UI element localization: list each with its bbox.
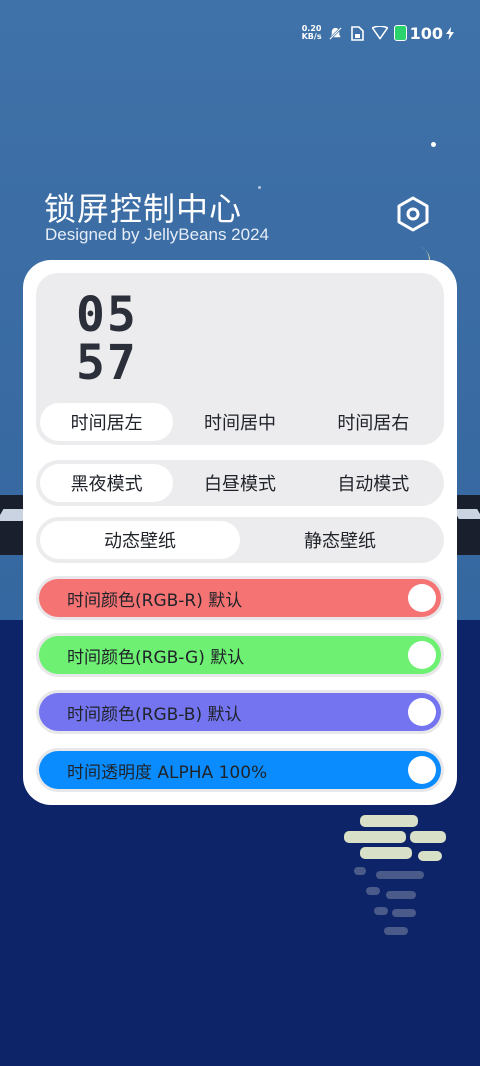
clock-preview: 05 57 时间居左 时间居中 时间居右 [36, 273, 444, 445]
blue-slider-knob[interactable] [408, 698, 436, 726]
red-slider-knob[interactable] [408, 584, 436, 612]
green-slider-knob[interactable] [408, 641, 436, 669]
blue-slider-label: 时间颜色(RGB-B) 默认 [67, 704, 242, 725]
auto-mode-option[interactable]: 自动模式 [307, 464, 440, 502]
green-slider-label: 时间颜色(RGB-G) 默认 [67, 647, 245, 668]
charging-icon [446, 25, 454, 41]
page-title: 锁屏控制中心 [44, 190, 243, 228]
battery-icon [393, 25, 407, 41]
static-wallpaper-option[interactable]: 静态壁纸 [240, 521, 440, 559]
mute-icon [328, 25, 344, 41]
align-center-option[interactable]: 时间居中 [173, 403, 306, 441]
alpha-slider-label: 时间透明度 ALPHA 100% [67, 762, 268, 783]
align-right-option[interactable]: 时间居右 [307, 403, 440, 441]
green-slider-fill: 时间颜色(RGB-G) 默认 [39, 636, 441, 674]
star-dot [258, 186, 261, 189]
hexagon-settings-icon [397, 196, 429, 232]
blue-slider-fill: 时间颜色(RGB-B) 默认 [39, 693, 441, 731]
alignment-selector: 时间居左 时间居中 时间居右 [40, 403, 440, 441]
blue-color-slider[interactable]: 时间颜色(RGB-B) 默认 [36, 690, 444, 734]
alpha-slider-knob[interactable] [408, 756, 436, 784]
star-dot [431, 142, 436, 147]
battery-level: 100 [409, 23, 443, 43]
alpha-slider-fill: 时间透明度 ALPHA 100% [39, 751, 441, 789]
wallpaper-selector: 动态壁纸 静态壁纸 [36, 517, 444, 563]
alpha-slider[interactable]: 时间透明度 ALPHA 100% [36, 748, 444, 792]
dynamic-wallpaper-option[interactable]: 动态壁纸 [40, 521, 240, 559]
battery: 100 [393, 23, 454, 43]
clock-minutes: 57 [76, 335, 138, 391]
red-slider-fill: 时间颜色(RGB-R) 默认 [39, 579, 441, 617]
status-bar: 0.20 KB/s 100 [302, 20, 454, 46]
cloud-illustration [340, 815, 450, 945]
settings-button[interactable] [393, 194, 433, 234]
clock-digits: 05 57 [76, 291, 138, 387]
theme-mode-selector: 黑夜模式 白昼模式 自动模式 [36, 460, 444, 506]
red-slider-label: 时间颜色(RGB-R) 默认 [67, 590, 243, 611]
net-speed: 0.20 KB/s [302, 25, 322, 41]
wifi-icon [371, 25, 388, 41]
night-mode-option[interactable]: 黑夜模式 [40, 464, 174, 502]
align-left-option[interactable]: 时间居左 [40, 403, 174, 441]
page-subtitle: Designed by JellyBeans 2024 [45, 225, 269, 244]
sim-icon [350, 25, 366, 41]
control-card: 05 57 时间居左 时间居中 时间居右 黑夜模式 白昼模式 自动模式 动态壁纸… [23, 260, 457, 805]
clock-hours: 05 [76, 287, 138, 343]
net-speed-unit: KB/s [301, 32, 322, 41]
green-color-slider[interactable]: 时间颜色(RGB-G) 默认 [36, 633, 444, 677]
day-mode-option[interactable]: 白昼模式 [173, 464, 306, 502]
red-color-slider[interactable]: 时间颜色(RGB-R) 默认 [36, 576, 444, 620]
